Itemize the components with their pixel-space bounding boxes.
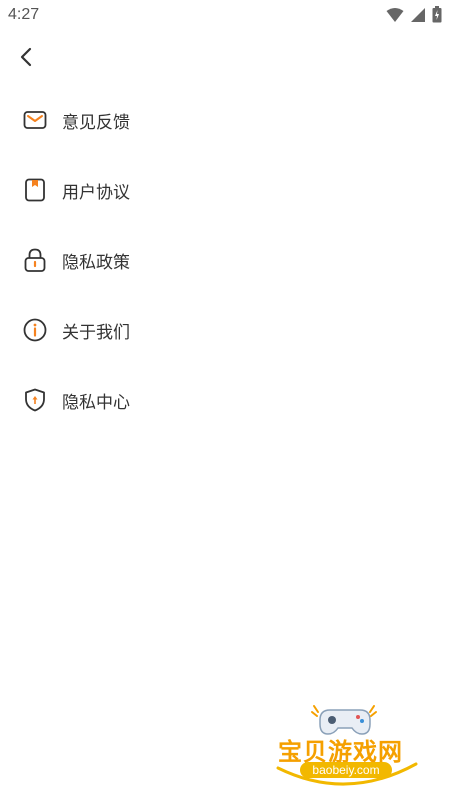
menu-item-label: 隐私政策	[62, 252, 130, 273]
menu-item-label: 用户协议	[62, 182, 130, 203]
signal-icon	[411, 7, 425, 22]
menu-item-user-agreement[interactable]: 用户协议	[0, 155, 450, 225]
battery-icon	[432, 6, 442, 23]
menu-item-privacy-policy[interactable]: 隐私政策	[0, 225, 450, 295]
menu-item-about-us[interactable]: 关于我们	[0, 295, 450, 365]
watermark-swoosh	[276, 762, 418, 786]
document-icon	[22, 177, 48, 203]
menu-item-privacy-center[interactable]: 隐私中心	[0, 365, 450, 435]
shield-icon	[22, 387, 48, 413]
settings-menu: 意见反馈 用户协议 隐私政策 关于我们 隐私中心	[0, 85, 450, 435]
status-bar: 4:27	[0, 0, 450, 32]
lock-icon	[22, 247, 48, 273]
menu-item-label: 隐私中心	[62, 392, 130, 413]
status-icons	[386, 6, 442, 23]
back-button[interactable]	[14, 44, 40, 70]
mail-icon	[22, 107, 48, 133]
info-icon	[22, 317, 48, 343]
menu-item-label: 关于我们	[62, 322, 130, 343]
watermark-logo: 宝贝游戏网 baobeiy.com	[270, 700, 440, 795]
menu-item-feedback[interactable]: 意见反馈	[0, 85, 450, 155]
wifi-icon	[386, 7, 404, 22]
menu-item-label: 意见反馈	[62, 112, 130, 133]
status-time: 4:27	[8, 6, 40, 23]
back-arrow-icon	[20, 47, 32, 67]
